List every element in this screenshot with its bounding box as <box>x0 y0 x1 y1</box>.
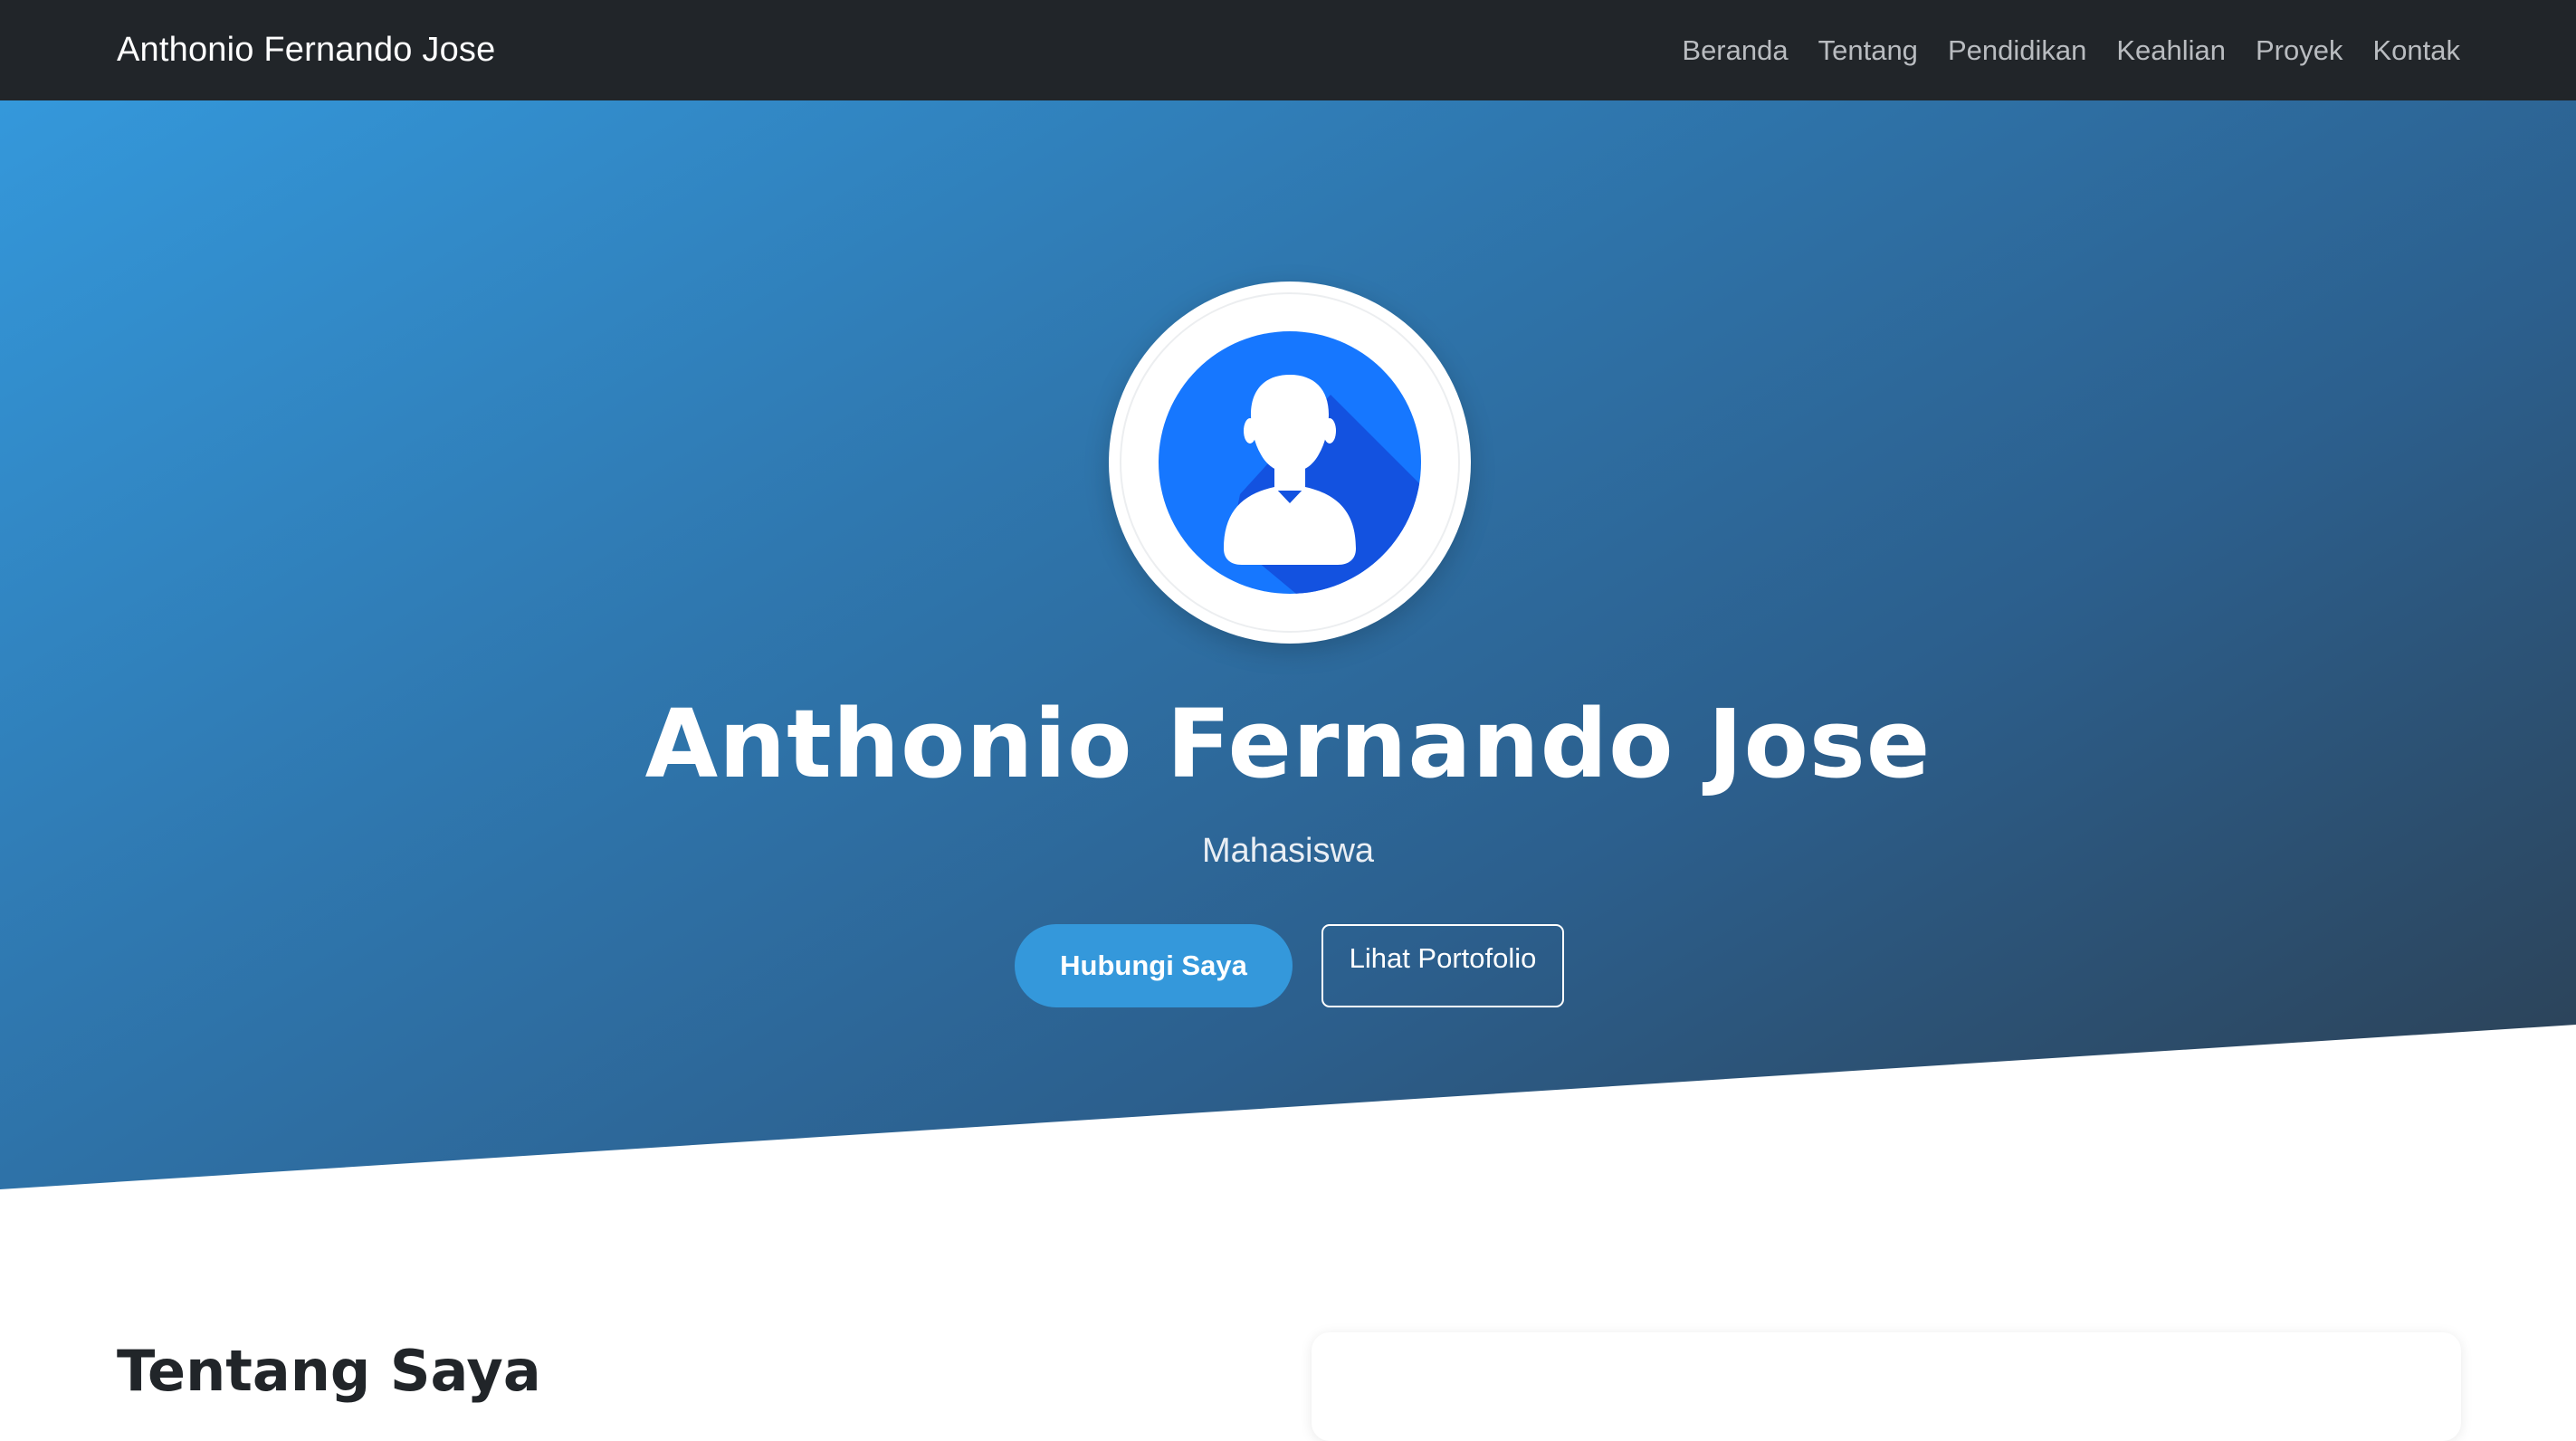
nav-link-tentang[interactable]: Tentang <box>1818 34 1918 67</box>
hero-subtitle: Mahasiswa <box>1201 832 1375 870</box>
nav-link-beranda[interactable]: Beranda <box>1682 34 1788 67</box>
hero-section <box>0 100 2576 1189</box>
about-card <box>1312 1332 2461 1441</box>
view-portfolio-button[interactable]: Lihat Portofolio <box>1321 924 1564 1007</box>
user-silhouette-icon <box>1159 331 1421 594</box>
nav-link-proyek[interactable]: Proyek <box>2256 34 2342 67</box>
top-navbar: Anthonio Fernando Jose Beranda Tentang P… <box>0 0 2576 100</box>
navbar-brand[interactable]: Anthonio Fernando Jose <box>117 31 495 70</box>
nav-link-keahlian[interactable]: Keahlian <box>2116 34 2226 67</box>
profile-avatar <box>1109 282 1471 644</box>
nav-link-kontak[interactable]: Kontak <box>2372 34 2460 67</box>
hero-name: Anthonio Fernando Jose <box>644 689 1932 799</box>
contact-me-button[interactable]: Hubungi Saya <box>1015 924 1293 1007</box>
nav-links: Beranda Tentang Pendidikan Keahlian Proy… <box>1682 34 2460 67</box>
about-heading: Tentang Saya <box>117 1338 541 1404</box>
nav-link-pendidikan[interactable]: Pendidikan <box>1948 34 2086 67</box>
